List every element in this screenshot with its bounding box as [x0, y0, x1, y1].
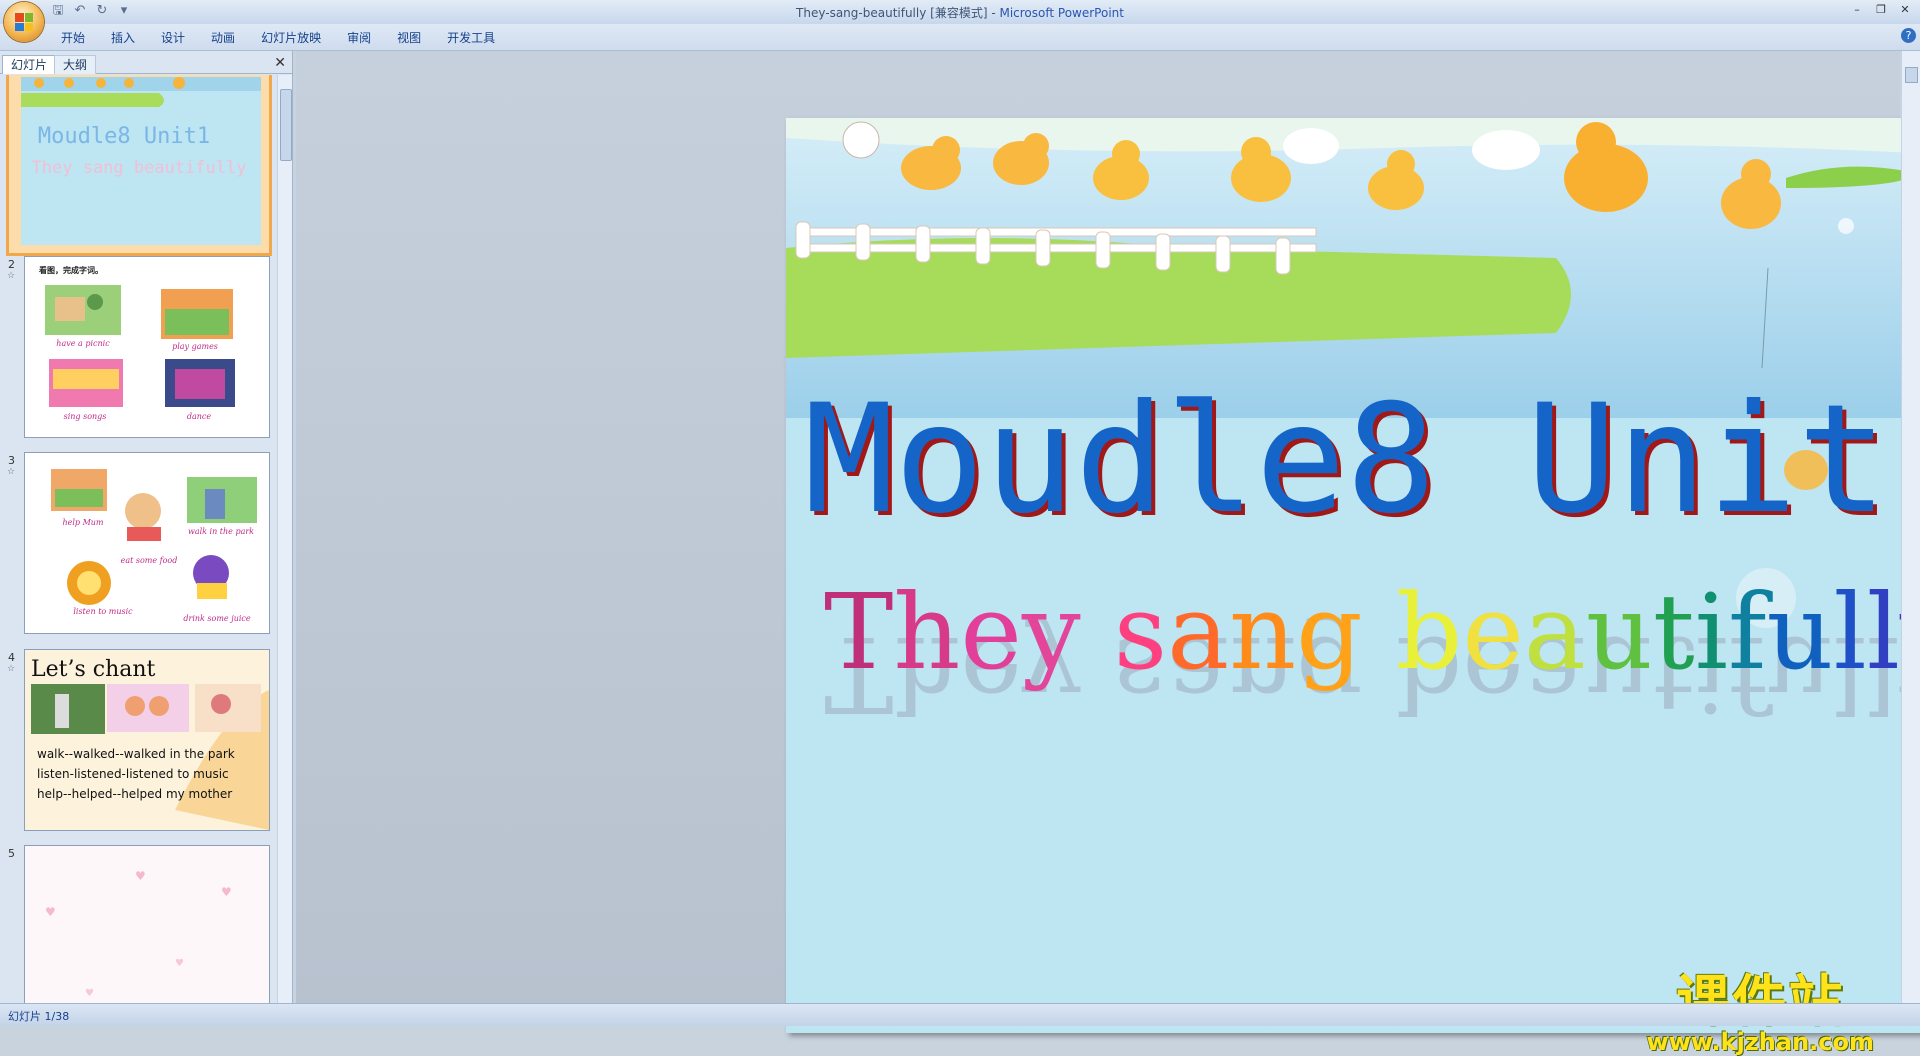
- svg-text:♥: ♥: [85, 988, 94, 999]
- current-slide[interactable]: Moudle8 Unit1 Moudle8 Unit1 They sang be…: [786, 118, 1920, 1033]
- svg-text:♥: ♥: [135, 869, 146, 883]
- slide-thumbnail-2[interactable]: 看图，完成字词。 have a picnic play games sing s…: [24, 256, 270, 438]
- slide-2-label: sing songs: [64, 412, 107, 421]
- restore-icon[interactable]: ❐: [1870, 2, 1892, 18]
- help-icon[interactable]: ?: [1901, 28, 1916, 43]
- svg-text:♥: ♥: [175, 958, 184, 969]
- slide-1-preview: Moudle8 Unit1 They sang beautifully: [9, 75, 269, 253]
- slide-3-preview: help Mum walk in the park eat some food …: [51, 469, 257, 623]
- svg-text:♥: ♥: [221, 885, 232, 899]
- slide-2-label: have a picnic: [56, 339, 110, 348]
- main-subtitle[interactable]: They sang beautifully.: [824, 571, 1920, 693]
- slide-4-line: listen-listened-listened to music: [37, 767, 229, 781]
- slide-2-label: play games: [172, 342, 218, 351]
- tab-slides[interactable]: 幻灯片: [2, 55, 57, 74]
- slide-3-label: eat some food: [121, 556, 178, 565]
- slide-thumbnails: 1 Moudle8 Unit1 They sang beautifully 2 …: [0, 75, 276, 1003]
- tab-outline[interactable]: 大纲: [54, 55, 97, 74]
- minimize-icon[interactable]: –: [1846, 2, 1868, 18]
- slide-2-heading: 看图，完成字词。: [38, 265, 103, 275]
- slide-1-thumb-subtitle: They sang beautifully: [32, 158, 247, 178]
- ribbon-tab-2[interactable]: 插入: [98, 29, 148, 46]
- close-panel-icon[interactable]: ✕: [274, 55, 286, 71]
- ribbon-tab-4[interactable]: 动画: [198, 29, 248, 46]
- slide-3-label: listen to music: [73, 607, 133, 616]
- svg-text:♥: ♥: [45, 905, 56, 919]
- thumbnails-scrollbar[interactable]: [277, 75, 292, 1003]
- slide-3-label: walk in the park: [188, 527, 254, 536]
- office-button[interactable]: [4, 2, 44, 42]
- status-bar: 幻灯片 1/38: [0, 1003, 1920, 1026]
- title-bar: 🖫 ↶ ↻ ▾ They-sang-beautifully [兼容模式] - M…: [0, 0, 1920, 24]
- window-title: They-sang-beautifully [兼容模式] - Microsoft…: [0, 4, 1920, 21]
- slide-2-preview: 看图，完成字词。 have a picnic play games sing s…: [38, 265, 235, 421]
- panel-tabs: 幻灯片 大纲 ✕: [0, 53, 292, 74]
- slide-1-thumb-title: Moudle8 Unit1: [38, 124, 210, 149]
- slide-number: 2: [8, 258, 15, 271]
- main-title[interactable]: Moudle8 Unit1: [804, 373, 1920, 547]
- watermark-url: www.kjzhan.com: [1646, 1028, 1874, 1056]
- ribbon-tabs: 开始 插入 设计 动画 幻灯片放映 审阅 视图 开发工具: [48, 29, 508, 46]
- slide-editing-area: Moudle8 Unit1 Moudle8 Unit1 They sang be…: [296, 51, 1920, 1055]
- scrollbar-thumb[interactable]: [1905, 67, 1918, 83]
- office-logo-icon: [15, 13, 33, 31]
- slide-number: 4: [8, 651, 15, 664]
- slides-panel: 幻灯片 大纲 ✕ 1 Moudle8 Unit1 They sang beaut…: [0, 51, 293, 1003]
- slide-3-label: drink some juice: [183, 614, 251, 623]
- animation-star-icon: ☆: [7, 664, 16, 674]
- ribbon-tab-7[interactable]: 视图: [384, 29, 434, 46]
- slide-4-line: walk--walked--walked in the park: [37, 747, 235, 761]
- ribbon-tab-6[interactable]: 审阅: [334, 29, 384, 46]
- slide-canvas: Moudle8 Unit1 Moudle8 Unit1 They sang be…: [786, 118, 1920, 1033]
- window-title-app: Microsoft PowerPoint: [999, 6, 1124, 20]
- slide-thumbnail-5[interactable]: ♥ ♥ ♥ ♥ ♥: [24, 845, 270, 1003]
- close-icon[interactable]: ✕: [1894, 2, 1916, 18]
- ribbon-tab-1[interactable]: 开始: [48, 29, 98, 46]
- slide-thumbnail-4[interactable]: Let’s chant walk--walked--walked in the …: [24, 649, 270, 831]
- slide-5-preview: ♥ ♥ ♥ ♥ ♥: [25, 846, 269, 1003]
- slide-3-label: help Mum: [62, 518, 103, 527]
- slide-4-heading: Let’s chant: [31, 657, 156, 682]
- animation-star-icon: ☆: [7, 467, 16, 477]
- ribbon-tab-5[interactable]: 幻灯片放映: [248, 29, 334, 46]
- window-controls: – ❐ ✕: [1846, 2, 1916, 18]
- main-scrollbar[interactable]: [1901, 51, 1920, 1003]
- slide-2-label: dance: [187, 412, 212, 421]
- ribbon-tab-3[interactable]: 设计: [148, 29, 198, 46]
- window-title-text: They-sang-beautifully [兼容模式] -: [796, 6, 1000, 20]
- ribbon-tab-bar: 开始 插入 设计 动画 幻灯片放映 审阅 视图 开发工具 ?: [0, 24, 1920, 51]
- slide-number: 5: [8, 847, 15, 860]
- slide-thumbnail-3[interactable]: help Mum walk in the park eat some food …: [24, 452, 270, 634]
- slide-thumbnail-1[interactable]: Moudle8 Unit1 They sang beautifully: [6, 75, 272, 256]
- slide-4-line: help--helped--helped my mother: [37, 787, 232, 801]
- scrollbar-thumb[interactable]: [280, 89, 292, 161]
- slide-counter: 幻灯片 1/38: [8, 1010, 70, 1023]
- animation-star-icon: ☆: [7, 271, 16, 281]
- slide-number: 3: [8, 454, 15, 467]
- ribbon-tab-8[interactable]: 开发工具: [434, 29, 508, 46]
- slide-4-preview: Let’s chant walk--walked--walked in the …: [25, 650, 269, 830]
